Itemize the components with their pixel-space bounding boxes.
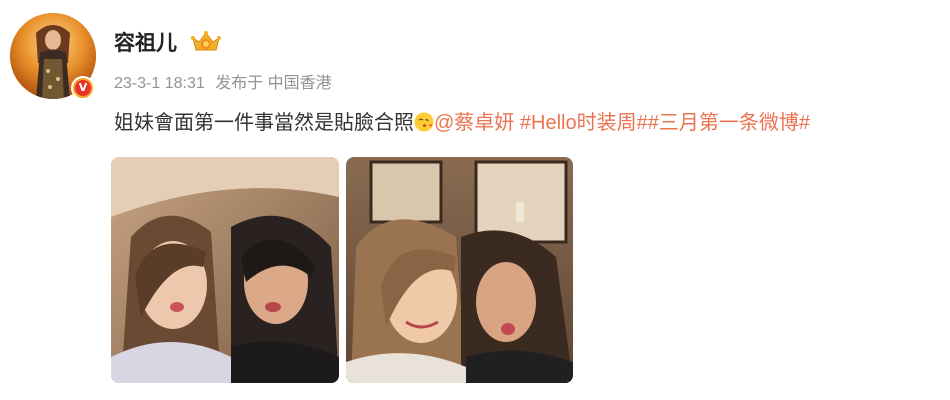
topic-link[interactable]: #Hello时装周# xyxy=(520,112,648,134)
mention-link[interactable]: @蔡卓妍 xyxy=(434,112,514,134)
post-source: 发布于 中国香港 xyxy=(215,75,332,92)
username[interactable]: 容祖儿 xyxy=(114,27,177,57)
verified-badge-icon: V xyxy=(71,76,95,100)
post-photo[interactable] xyxy=(111,157,339,383)
kiss-emoji-icon xyxy=(414,112,434,132)
post-meta: 23-3-1 18:31 发布于 中国香港 xyxy=(114,69,338,93)
post-time[interactable]: 23-3-1 18:31 xyxy=(114,75,205,92)
vip-crown-icon[interactable] xyxy=(190,30,222,54)
selfie-photo-image xyxy=(346,157,573,383)
post-text: 姐妹會面第一件事當然是貼臉合照 @蔡卓妍 #Hello时装周##三月第一条微博# xyxy=(114,106,950,135)
topic-link[interactable]: #三月第一条微博# xyxy=(648,112,810,134)
selfie-photo-image xyxy=(111,157,339,383)
post-photo[interactable] xyxy=(346,157,573,383)
post-body: 姐妹會面第一件事當然是貼臉合照 xyxy=(114,112,414,134)
